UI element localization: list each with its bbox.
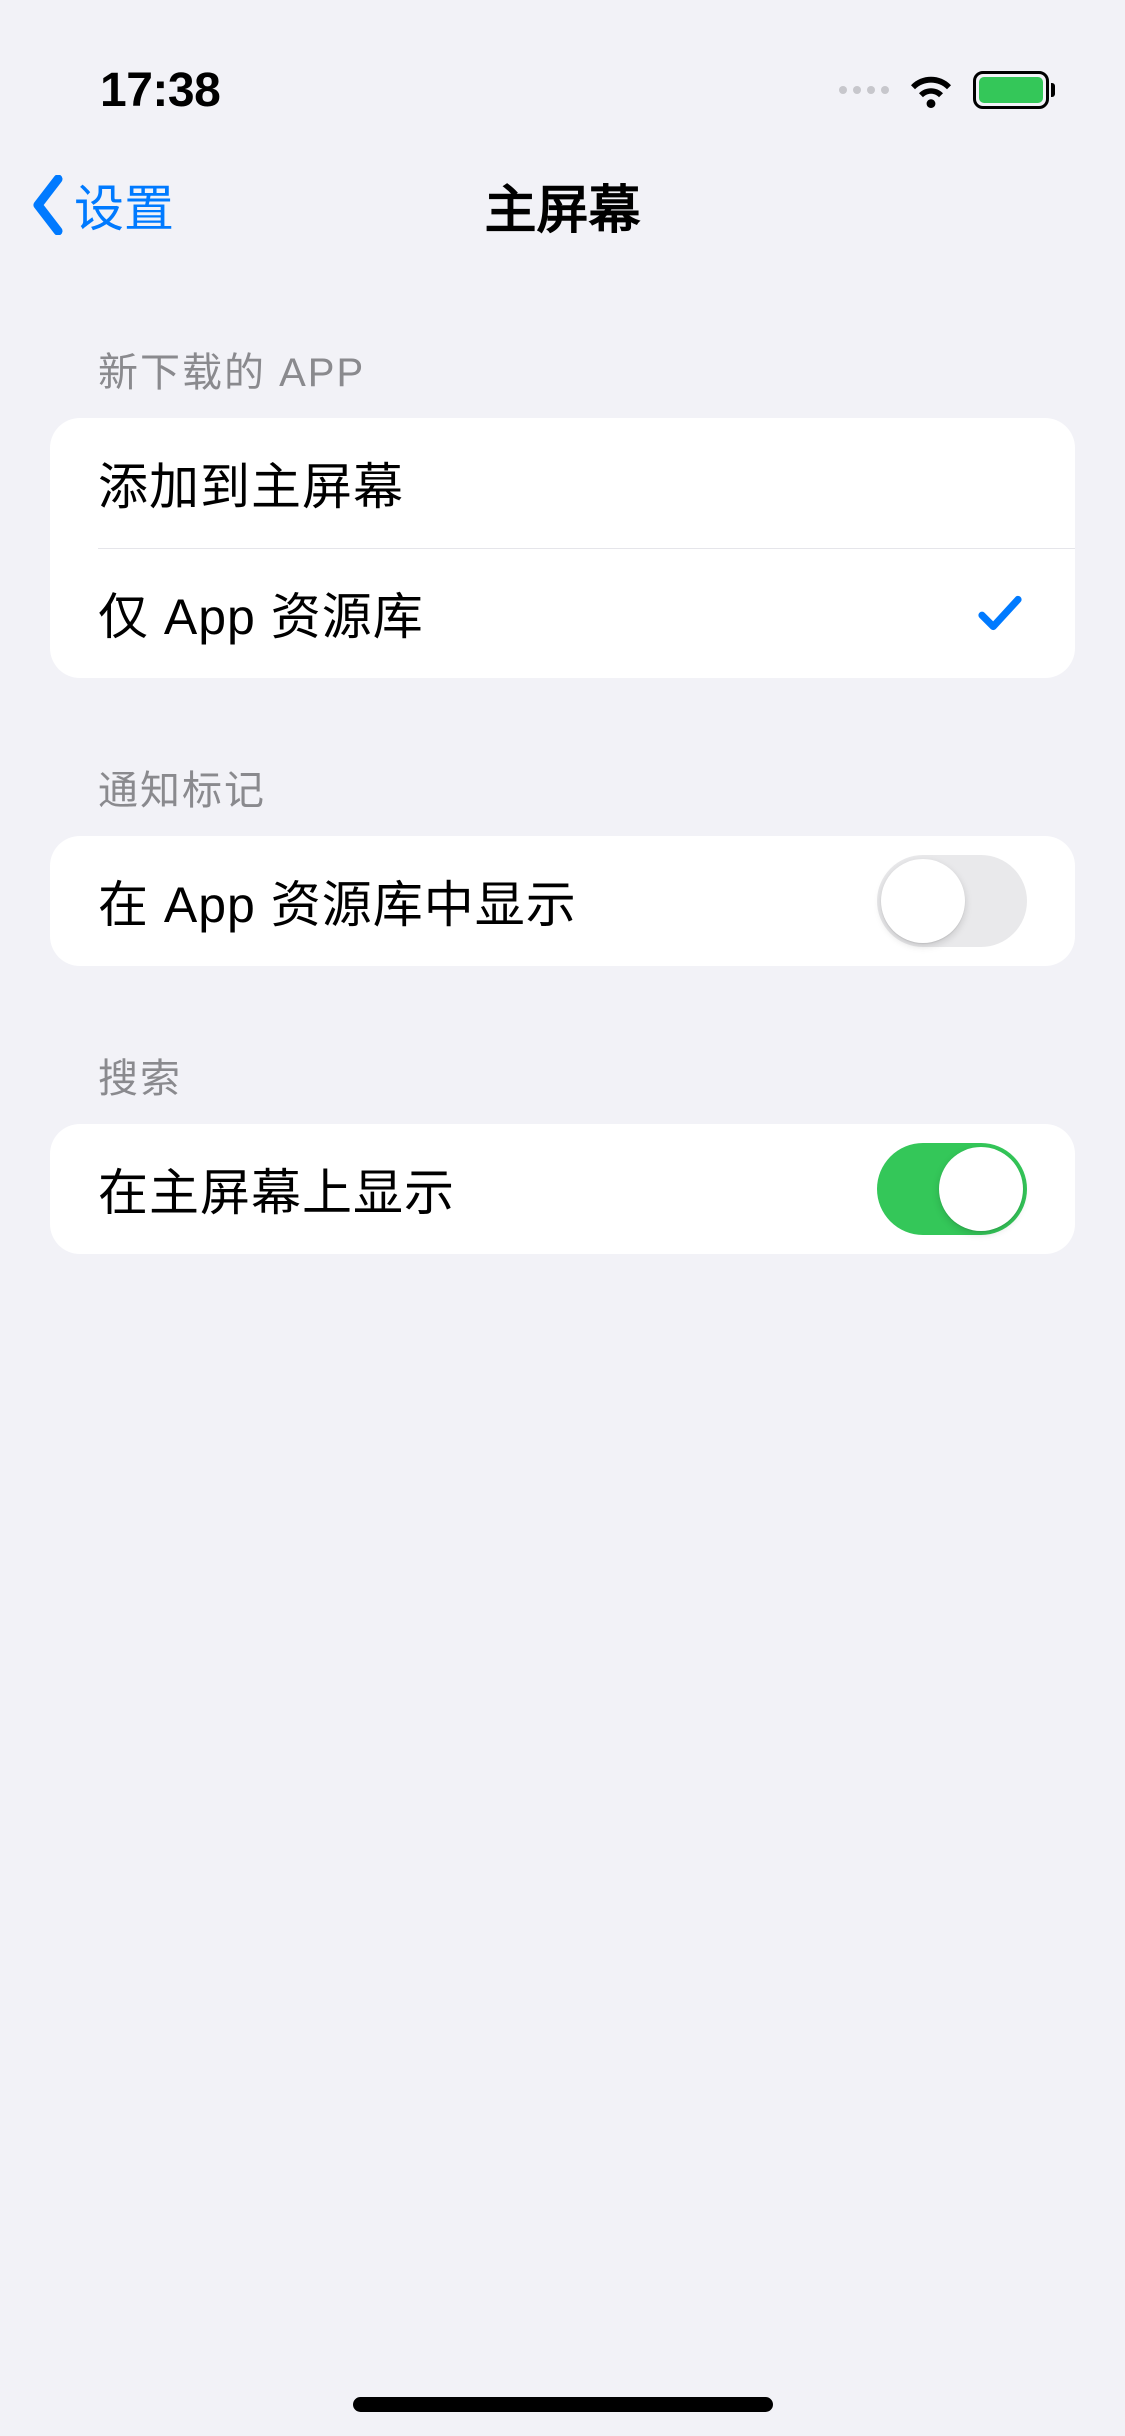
section-header-new-apps: 新下载的 APP	[50, 340, 1075, 418]
row-label: 在主屏幕上显示	[98, 1153, 455, 1225]
row-label: 在 App 资源库中显示	[98, 865, 577, 937]
option-label: 添加到主屏幕	[98, 447, 404, 519]
back-label: 设置	[74, 169, 174, 241]
toggle-show-on-home[interactable]	[877, 1143, 1027, 1235]
status-bar: 17:38	[0, 0, 1125, 140]
section-header-badges: 通知标记	[50, 758, 1075, 836]
option-app-library-only[interactable]: 仅 App 资源库	[50, 548, 1075, 678]
section-header-search: 搜索	[50, 1046, 1075, 1124]
row-show-on-home: 在主屏幕上显示	[50, 1124, 1075, 1254]
section-new-apps: 新下载的 APP 添加到主屏幕 仅 App 资源库	[50, 340, 1075, 678]
status-time: 17:38	[100, 63, 220, 118]
battery-icon	[973, 71, 1055, 109]
option-add-to-home[interactable]: 添加到主屏幕	[50, 418, 1075, 548]
option-label: 仅 App 资源库	[98, 577, 424, 649]
group-search: 在主屏幕上显示	[50, 1124, 1075, 1254]
wifi-icon	[907, 72, 955, 108]
group-badges: 在 App 资源库中显示	[50, 836, 1075, 966]
toggle-show-in-library[interactable]	[877, 855, 1027, 947]
home-indicator[interactable]	[353, 2397, 773, 2412]
chevron-left-icon	[30, 175, 66, 235]
status-indicators	[839, 71, 1055, 109]
checkmark-icon	[973, 586, 1027, 640]
group-new-apps: 添加到主屏幕 仅 App 资源库	[50, 418, 1075, 678]
row-show-in-library: 在 App 资源库中显示	[50, 836, 1075, 966]
back-button[interactable]: 设置	[30, 169, 174, 241]
section-search: 搜索 在主屏幕上显示	[50, 1046, 1075, 1254]
content: 新下载的 APP 添加到主屏幕 仅 App 资源库 通知标记 在 App 资源库…	[0, 340, 1125, 1254]
section-badges: 通知标记 在 App 资源库中显示	[50, 758, 1075, 966]
nav-bar: 设置 主屏幕	[0, 140, 1125, 270]
page-title: 主屏幕	[484, 168, 640, 243]
signal-dots-icon	[839, 86, 889, 94]
